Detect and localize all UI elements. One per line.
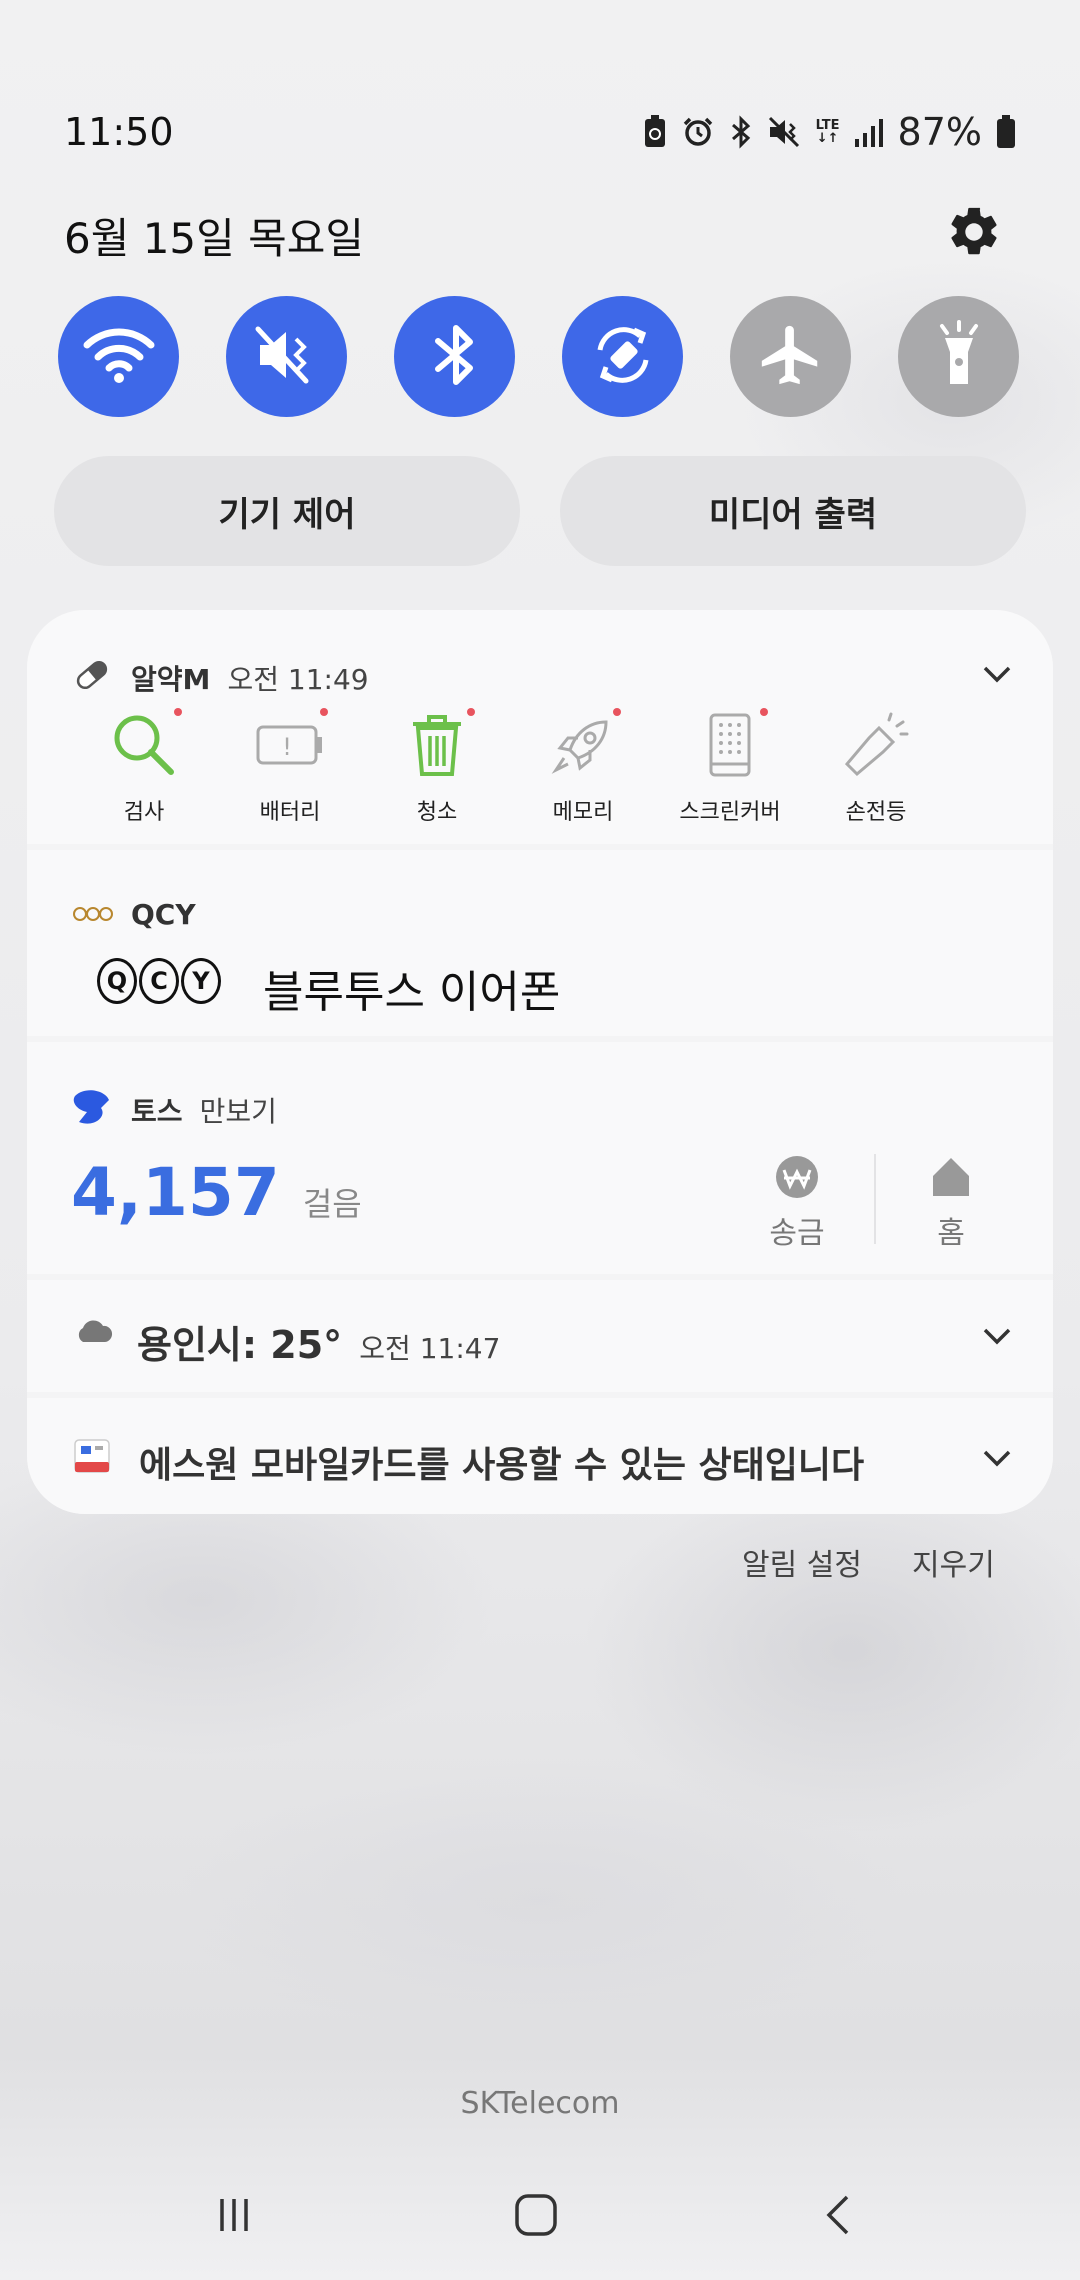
weather-notification[interactable]: 용인시: 25° 오전 11:47: [27, 1280, 1053, 1392]
clear-all-link[interactable]: 지우기: [912, 1540, 995, 1584]
notification-app-name: 토스: [131, 1095, 183, 1128]
magnifier-icon: [104, 708, 184, 780]
shortcut-label: 청소: [416, 800, 458, 825]
shortcut-flashlight[interactable]: 손전등: [806, 710, 946, 826]
bluetooth-icon: [430, 322, 480, 392]
bluetooth-toggle[interactable]: [394, 296, 515, 417]
step-unit: 걸음: [302, 1185, 362, 1223]
sound-mute-vibrate-icon: [254, 325, 320, 389]
signal-icon: [854, 117, 884, 147]
notification-panel: 알약M 오전 11:49 검사 ! 배터리 청소 메모리 스크린커버 손전등 Q…: [27, 610, 1053, 1514]
send-money-button[interactable]: 송금: [737, 1154, 857, 1252]
home-icon: [891, 1154, 1011, 1208]
qcy-title: 블루투스 이어폰: [263, 967, 561, 1018]
s1-card-message: 에스원 모바일카드를 사용할 수 있는 상태입니다: [139, 1445, 865, 1486]
shortcut-scan[interactable]: 검사: [74, 708, 214, 826]
notification-subtitle: 만보기: [199, 1095, 277, 1128]
qcy-small-logo-icon: [73, 904, 113, 928]
step-count: 4,157: [71, 1154, 280, 1231]
expand-chevron-icon[interactable]: [977, 654, 1017, 694]
home-button[interactable]: 홈: [891, 1154, 1011, 1252]
cloud-icon: [73, 1318, 113, 1348]
shortcut-label: 배터리: [259, 800, 321, 825]
shortcut-screencover[interactable]: 스크린커버: [660, 708, 800, 826]
won-coin-icon: [737, 1154, 857, 1208]
alarm-icon: [682, 116, 714, 148]
qcy-notification[interactable]: QCY Q C Y 블루투스 이어폰: [27, 850, 1053, 1036]
notification-time: 오전 11:49: [227, 663, 369, 696]
s1-card-notification[interactable]: 에스원 모바일카드를 사용할 수 있는 상태입니다: [27, 1398, 1053, 1514]
pill-icon: [73, 656, 111, 698]
shortcut-battery[interactable]: ! 배터리: [220, 708, 360, 826]
device-control-button[interactable]: 기기 제어: [54, 456, 520, 566]
flashlight-toggle[interactable]: [898, 296, 1019, 417]
wifi-icon: [83, 325, 155, 389]
airplane-toggle[interactable]: [730, 296, 851, 417]
date-label: 6월 15일 목요일: [64, 214, 365, 263]
home-nav-icon[interactable]: [506, 2190, 566, 2240]
battery-percent: 87%: [897, 110, 982, 154]
mute-vibrate-status-icon: [768, 116, 802, 148]
notification-time: 오전 11:47: [359, 1332, 501, 1365]
shortcut-memory[interactable]: 메모리: [513, 708, 653, 826]
flashlight-icon: [932, 319, 986, 394]
notification-app-name: QCY: [131, 898, 196, 931]
battery-icon: [996, 115, 1016, 149]
mobile-card-icon: [73, 1438, 111, 1478]
qcy-logo: Q C Y: [97, 958, 221, 1004]
toss-logo-icon: [71, 1086, 113, 1130]
auto-rotate-toggle[interactable]: [562, 296, 683, 417]
back-nav-icon[interactable]: [808, 2190, 868, 2240]
almyak-notification[interactable]: 알약M 오전 11:49 검사 ! 배터리 청소 메모리 스크린커버 손전등: [27, 610, 1053, 844]
shortcut-clean[interactable]: 청소: [367, 708, 507, 826]
status-icons: LTE ↓↑ 87%: [642, 110, 1016, 154]
trash-icon: [397, 708, 477, 780]
shortcut-label: 메모리: [552, 800, 614, 825]
carrier-label: SKTelecom: [460, 2086, 620, 2121]
phone-screen-icon: [690, 708, 770, 780]
airplane-icon: [756, 320, 826, 394]
auto-rotate-icon: [588, 320, 658, 394]
shortcut-label: 손전등: [845, 800, 907, 825]
flashlight-icon: [836, 710, 916, 780]
shortcut-label: 검사: [123, 800, 165, 825]
battery-alert-icon: !: [250, 708, 330, 780]
sound-toggle[interactable]: [226, 296, 347, 417]
settings-gear-icon[interactable]: [945, 203, 1003, 261]
svg-text:!: !: [282, 733, 292, 761]
toss-notification[interactable]: 토스 만보기 4,157 걸음 송금 홈: [27, 1042, 1053, 1274]
shortcut-label: 스크린커버: [679, 800, 781, 825]
weather-temp: 용인시: 25°: [137, 1323, 343, 1367]
expand-chevron-icon[interactable]: [977, 1316, 1017, 1356]
notification-app-name: 알약M: [131, 663, 211, 696]
rocket-icon: [543, 708, 623, 780]
lte-icon: LTE ↓↑: [815, 118, 840, 146]
battery-saver-icon: [642, 115, 668, 149]
recent-apps-icon[interactable]: [204, 2190, 264, 2240]
wifi-toggle[interactable]: [58, 296, 179, 417]
notification-settings-link[interactable]: 알림 설정: [742, 1540, 862, 1584]
status-time: 11:50: [64, 110, 174, 154]
bluetooth-status-icon: [728, 115, 754, 149]
divider: [874, 1154, 876, 1244]
expand-chevron-icon[interactable]: [977, 1438, 1017, 1478]
media-output-button[interactable]: 미디어 출력: [560, 456, 1026, 566]
